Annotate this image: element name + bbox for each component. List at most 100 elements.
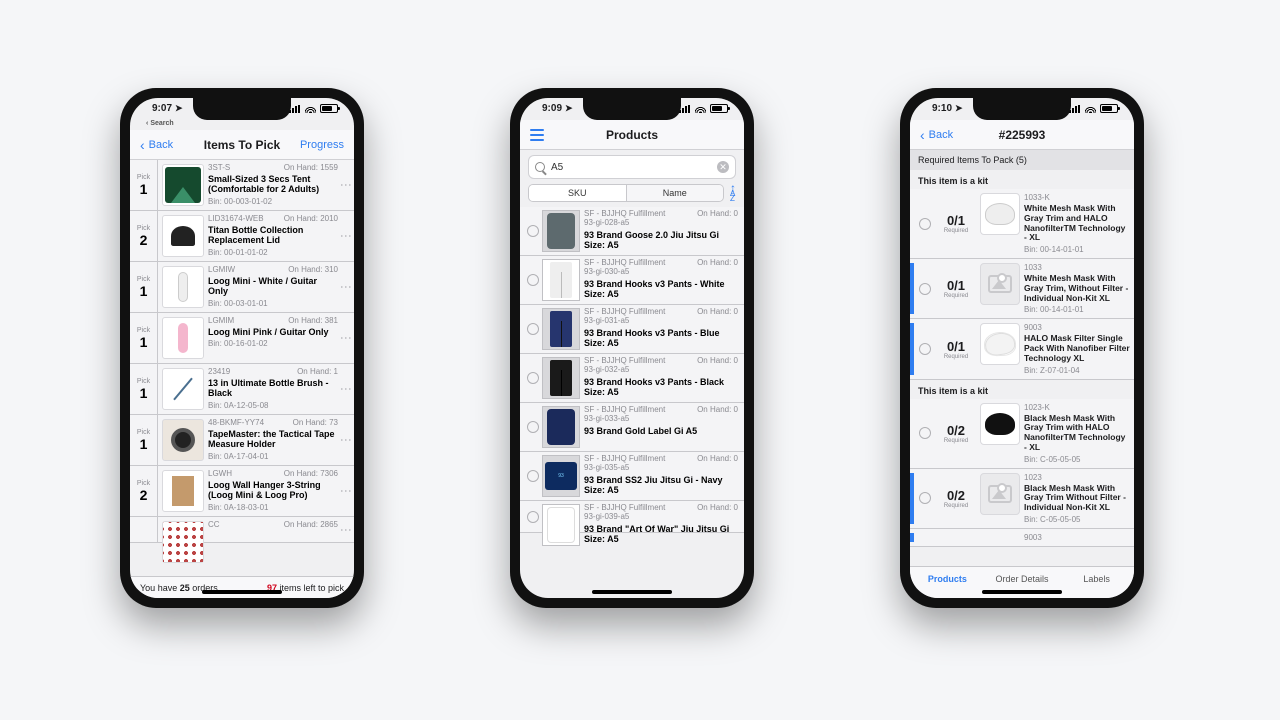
pick-row[interactable]: Pick1LGMIWOn Hand: 310Loog Mini - White … [130,262,354,313]
product-row[interactable]: SF - BJJHQ Fulfillment93-gi-039-a5On Han… [520,501,744,533]
pick-qty: Pick2 [130,466,158,516]
more-icon[interactable]: ⋮ [338,415,354,465]
required-count: 0/1Required [936,263,976,314]
select-radio[interactable] [524,406,542,448]
pack-info: 1033White Mesh Mask With Gray Trim, With… [1024,263,1130,314]
select-radio[interactable] [524,308,542,350]
product-info: SF - BJJHQ Fulfillment93-gi-028-a5On Han… [584,210,738,252]
page-title: Products [606,128,658,142]
navbar: Products [520,120,744,150]
pick-info: CCOn Hand: 2865 [208,517,338,542]
home-indicator[interactable] [202,590,282,594]
products-list[interactable]: SF - BJJHQ Fulfillment93-gi-028-a5On Han… [520,207,744,598]
phone-frame: 9:10 ➤ ‹ Back #225993 [900,88,1144,608]
pack-row[interactable]: 0/2Required1023Black Mesh Mask With Gray… [910,469,1134,529]
progress-button[interactable]: Progress [300,139,344,151]
page-title: #225993 [999,128,1046,142]
product-row[interactable]: SF - BJJHQ Fulfillment93-gi-030-a5On Han… [520,256,744,305]
select-radio[interactable] [524,504,542,529]
segment-name[interactable]: Name [627,185,724,201]
pack-row[interactable]: 9003 [910,529,1134,547]
pick-qty: Pick1 [130,415,158,465]
product-thumb [162,317,204,359]
pick-row[interactable]: Pick1LGMIMOn Hand: 381Loog Mini Pink / G… [130,313,354,364]
home-indicator[interactable] [982,590,1062,594]
product-thumb [980,473,1020,515]
more-icon[interactable]: ⋮ [338,466,354,516]
product-row[interactable]: SF - BJJHQ Fulfillment93-gi-028-a5On Han… [520,207,744,256]
back-button[interactable]: ‹ Back [140,138,173,152]
image-placeholder-icon [988,275,1012,293]
status-time: 9:07 ➤ [152,103,183,114]
product-thumb [980,323,1020,365]
battery-icon [710,104,728,113]
battery-icon [1100,104,1118,113]
wifi-icon [1085,105,1096,113]
pack-row[interactable]: 0/1Required9003HALO Mask Filter Single P… [910,319,1134,379]
select-radio[interactable] [914,533,936,542]
clear-search-icon[interactable]: ✕ [717,161,729,173]
tab-products[interactable]: Products [910,567,985,590]
pick-row[interactable]: Pick13ST-SOn Hand: 1559Small-Sized 3 Sec… [130,160,354,211]
product-row[interactable]: SF - BJJHQ Fulfillment93-gi-031-a5On Han… [520,305,744,354]
pick-row[interactable]: Pick123419On Hand: 113 in Ultimate Bottl… [130,364,354,415]
more-icon[interactable]: ⋮ [338,313,354,363]
phone-3: 9:10 ➤ ‹ Back #225993 [900,88,1160,648]
pack-row[interactable]: 0/1Required1033-KWhite Mesh Mask With Gr… [910,189,1134,259]
kit-header: This item is a kit [910,170,1134,189]
select-radio[interactable] [524,357,542,399]
select-radio[interactable] [914,473,936,524]
select-radio[interactable] [524,455,542,497]
more-icon[interactable]: ⋮ [338,211,354,261]
select-radio[interactable] [914,323,936,374]
pack-row[interactable]: 0/1Required 1033White Mesh Mask With Gray… [910,259,1134,319]
product-info: SF - BJJHQ Fulfillment93-gi-033-a5On Han… [584,406,738,448]
pack-list[interactable]: This item is a kit0/1Required1033-KWhite… [910,170,1134,566]
pick-qty: Pick1 [130,262,158,312]
search-input[interactable]: A5 ✕ [528,155,736,179]
product-thumb [542,406,580,448]
required-count: 0/1Required [936,193,976,254]
product-row[interactable]: SF - BJJHQ Fulfillment93-gi-032-a5On Han… [520,354,744,403]
screen: 9:07 ➤ ‹ Search ‹ [130,98,354,598]
back-button[interactable]: ‹ Back [920,128,953,142]
pick-row[interactable]: Pick2LGWHOn Hand: 7306Loog Wall Hanger 3… [130,466,354,517]
more-icon[interactable]: ⋮ [338,364,354,414]
location-icon: ➤ [565,103,573,114]
select-radio[interactable] [524,259,542,301]
more-icon[interactable]: ⋮ [338,517,354,542]
product-thumb [162,266,204,308]
select-radio[interactable] [914,263,936,314]
product-thumb [542,308,580,350]
select-radio[interactable] [914,193,936,254]
status-right [1069,104,1118,113]
kit-header: This item is a kit [910,380,1134,399]
required-count: 0/1Required [936,323,976,374]
pick-row[interactable]: Pick2LID31674-WEBOn Hand: 2010Titan Bott… [130,211,354,262]
pack-row[interactable]: 0/2Required1023-KBlack Mesh Mask With Gr… [910,399,1134,469]
more-icon[interactable]: ⋮ [338,262,354,312]
pick-row[interactable]: CCOn Hand: 2865⋮ [130,517,354,543]
home-indicator[interactable] [592,590,672,594]
more-icon[interactable]: ⋮ [338,160,354,210]
sku-name-segment[interactable]: SKU Name [528,184,724,202]
pack-info: 1023Black Mesh Mask With Gray Trim Witho… [1024,473,1130,524]
pick-qty [130,517,158,542]
menu-button[interactable] [530,129,544,141]
sort-icon[interactable]: ↑AZ [730,185,736,202]
tab-labels[interactable]: Labels [1059,567,1134,590]
select-radio[interactable] [524,210,542,252]
segment-sku[interactable]: SKU [529,185,627,201]
product-row[interactable]: 93SF - BJJHQ Fulfillment93-gi-035-a5On H… [520,452,744,501]
status-right [289,104,338,113]
pick-info: 48-BKMF-YY74On Hand: 73TapeMaster: the T… [208,415,338,465]
tab-order-details[interactable]: Order Details [985,567,1060,590]
pack-info: 9003 [1024,533,1130,542]
product-thumb [980,193,1020,235]
breadcrumb[interactable]: ‹ Search [146,120,174,127]
product-row[interactable]: SF - BJJHQ Fulfillment93-gi-033-a5On Han… [520,403,744,452]
select-radio[interactable] [914,403,936,464]
items-list[interactable]: Pick13ST-SOn Hand: 1559Small-Sized 3 Sec… [130,160,354,576]
hamburger-icon [530,129,544,141]
pick-row[interactable]: Pick1 48-BKMF-YY74On Hand: 73TapeMaster: … [130,415,354,466]
